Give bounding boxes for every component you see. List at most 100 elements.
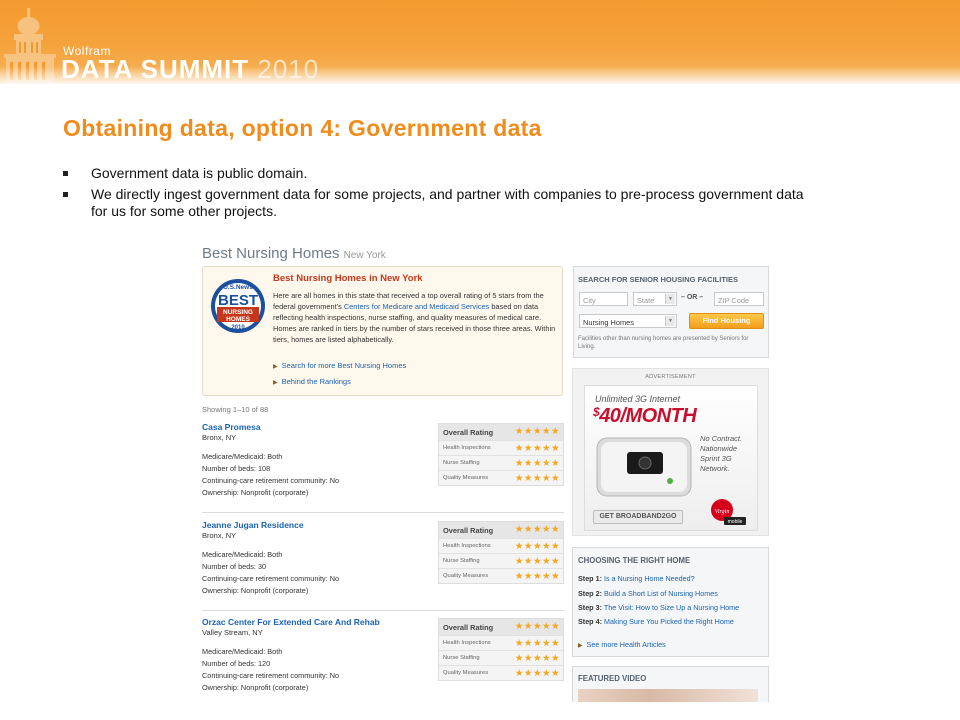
- rating-row: Nurse Staffing ★★★★★: [439, 650, 563, 665]
- rating-label: Nurse Staffing: [443, 655, 480, 661]
- star-rating-icon: ★★★★★: [514, 541, 560, 552]
- virgin-mobile-logo-icon: Virgin mobile: [711, 499, 746, 525]
- cms-link[interactable]: Centers for Medicare and Medicaid Servic…: [344, 302, 489, 311]
- rating-row: Quality Measures ★★★★★: [439, 665, 563, 680]
- listing-detail: Number of beds: 108: [202, 464, 271, 473]
- step-link[interactable]: Step 1: Is a Nursing Home Needed?: [578, 574, 695, 583]
- choosing-heading: CHOOSING THE RIGHT HOME: [578, 556, 691, 565]
- star-rating-icon: ★★★★★: [514, 638, 560, 649]
- listing-name-link[interactable]: Orzac Center For Extended Care And Rehab: [202, 617, 380, 627]
- arrow-right-icon: ▶: [578, 643, 583, 649]
- listing-city: Valley Stream, NY: [202, 628, 263, 637]
- listing-name-link[interactable]: Casa Promesa: [202, 422, 261, 432]
- rating-row: Quality Measures ★★★★★: [439, 470, 563, 485]
- search-note: Facilities other than nursing homes are …: [578, 336, 749, 350]
- listing-detail: Medicare/Medicaid: Both: [202, 452, 283, 461]
- city-input[interactable]: City: [579, 292, 628, 306]
- find-housing-button[interactable]: Find Housing: [689, 313, 764, 329]
- rating-table: Overall Rating ★★★★★ Health Inspections ★★★…: [438, 521, 564, 584]
- star-rating-icon: ★★★★★: [514, 571, 560, 582]
- featured-video-heading: FEATURED VIDEO: [578, 674, 647, 683]
- mobile-broadband-device-icon: [596, 437, 692, 497]
- rating-label: Health Inspections: [443, 543, 491, 549]
- bullet-item: Government data is public domain.: [63, 165, 823, 182]
- step-link[interactable]: Step 3: The Visit: How to Size Up a Nurs…: [578, 603, 739, 612]
- rating-table: Overall Rating ★★★★★ Health Inspections ★★★…: [438, 423, 564, 486]
- state-select[interactable]: State ▼: [633, 292, 677, 306]
- step-link[interactable]: Step 4: Making Sure You Picked the Right…: [578, 617, 734, 626]
- rating-row: Nurse Staffing ★★★★★: [439, 553, 563, 568]
- intro-text: Here are all homes in this state that re…: [273, 291, 556, 344]
- listing-detail: Number of beds: 120: [202, 659, 271, 668]
- intro-heading: Best Nursing Homes in New York: [273, 273, 423, 284]
- rating-label: Health Inspections: [443, 445, 491, 451]
- listing-name-link[interactable]: Jeanne Jugan Residence: [202, 520, 304, 530]
- search-more-link[interactable]: ▶ Search for more Best Nursing Homes: [273, 361, 406, 370]
- bullet-icon: [63, 192, 68, 197]
- chevron-down-icon: ▼: [665, 294, 675, 304]
- listing-detail: Ownership: Nonprofit (corporate): [202, 683, 309, 692]
- listing-detail: Continuing-care retirement community: No: [202, 574, 340, 583]
- rating-row: Overall Rating ★★★★★: [439, 424, 563, 440]
- listing-city: Bronx, NY: [202, 433, 237, 442]
- rating-row: Nurse Staffing ★★★★★: [439, 455, 563, 470]
- nursing-homes-screenshot: Best Nursing Homes New York U.S.News BEST…: [196, 240, 776, 702]
- rating-row: Health Inspections ★★★★★: [439, 440, 563, 455]
- or-label: – OR –: [681, 294, 704, 301]
- ad-headline: Unlimited 3G Internet: [595, 394, 681, 404]
- rating-label: Quality Measures: [443, 573, 489, 579]
- choosing-home-box: CHOOSING THE RIGHT HOME Step 1: Is a Nur…: [572, 547, 769, 657]
- svg-text:U.S.News: U.S.News: [223, 284, 253, 291]
- star-rating-icon: ★★★★★: [514, 556, 560, 567]
- listing-item: Casa Promesa Bronx, NY Medicare/Medicaid: …: [202, 422, 564, 516]
- listing-item: Orzac Center For Extended Care And Rehab…: [202, 617, 564, 702]
- rating-label: Nurse Staffing: [443, 460, 480, 466]
- get-broadband-button[interactable]: GET BROADBAND2GO: [593, 510, 683, 524]
- rating-label: Overall Rating: [443, 526, 494, 535]
- rating-label: Overall Rating: [443, 428, 494, 437]
- star-rating-icon: ★★★★★: [514, 524, 560, 535]
- facility-type-select[interactable]: Nursing Homes ▼: [579, 314, 677, 328]
- listing-detail: Number of beds: 30: [202, 562, 267, 571]
- svg-text:mobile: mobile: [728, 519, 743, 525]
- video-thumbnail[interactable]: [578, 689, 758, 702]
- results-count: Showing 1–10 of 88: [202, 405, 269, 414]
- advertisement[interactable]: ADVERTISEMENT Unlimited 3G Internet $40/…: [572, 368, 769, 536]
- rating-row: Health Inspections ★★★★★: [439, 635, 563, 650]
- featured-video-box: FEATURED VIDEO: [572, 666, 769, 702]
- bullet-list: Government data is public domain. We dir…: [63, 165, 823, 224]
- star-rating-icon: ★★★★★: [514, 653, 560, 664]
- star-rating-icon: ★★★★★: [514, 426, 560, 437]
- star-rating-icon: ★★★★★: [514, 473, 560, 484]
- rating-row: Overall Rating ★★★★★: [439, 619, 563, 635]
- bullet-item: We directly ingest government data for s…: [63, 186, 823, 220]
- search-heading: SEARCH FOR SENIOR HOUSING FACILITIES: [578, 275, 739, 284]
- rating-label: Overall Rating: [443, 623, 494, 632]
- star-rating-icon: ★★★★★: [514, 443, 560, 454]
- step-link[interactable]: Step 2: Build a Short List of Nursing Ho…: [578, 589, 718, 598]
- ad-creative[interactable]: Unlimited 3G Internet $40/MONTH No Contr…: [584, 385, 758, 531]
- listing-detail: Ownership: Nonprofit (corporate): [202, 488, 309, 497]
- ad-label: ADVERTISEMENT: [645, 374, 696, 380]
- rating-row: Quality Measures ★★★★★: [439, 568, 563, 583]
- svg-text:Virgin: Virgin: [715, 509, 730, 515]
- slide-banner: Wolfram DATA SUMMIT 2010: [0, 0, 960, 84]
- svg-text:BEST: BEST: [218, 292, 258, 309]
- ad-copy: No Contract. Nationwide Sprint 3G Networ…: [700, 434, 743, 473]
- svg-text:HOMES: HOMES: [226, 316, 251, 323]
- star-rating-icon: ★★★★★: [514, 621, 560, 632]
- listing-detail: Medicare/Medicaid: Both: [202, 550, 283, 559]
- rating-table: Overall Rating ★★★★★ Health Inspections ★★★…: [438, 618, 564, 681]
- arrow-right-icon: ▶: [273, 380, 278, 386]
- chevron-down-icon: ▼: [665, 316, 675, 326]
- zip-input[interactable]: ZIP Code: [714, 292, 764, 306]
- slide-title: Obtaining data, option 4: Government dat…: [63, 115, 542, 141]
- listing-detail: Ownership: Nonprofit (corporate): [202, 586, 309, 595]
- listing-detail: Continuing-care retirement community: No: [202, 476, 340, 485]
- more-health-articles-link[interactable]: ▶ See more Health Articles: [578, 640, 666, 649]
- rating-label: Quality Measures: [443, 670, 489, 676]
- housing-search-box: SEARCH FOR SENIOR HOUSING FACILITIES Cit…: [573, 266, 769, 358]
- behind-rankings-link[interactable]: ▶ Behind the Rankings: [273, 377, 351, 386]
- usnews-best-badge-icon: U.S.News BEST NURSING HOMES 2010: [211, 279, 265, 333]
- star-rating-icon: ★★★★★: [514, 668, 560, 679]
